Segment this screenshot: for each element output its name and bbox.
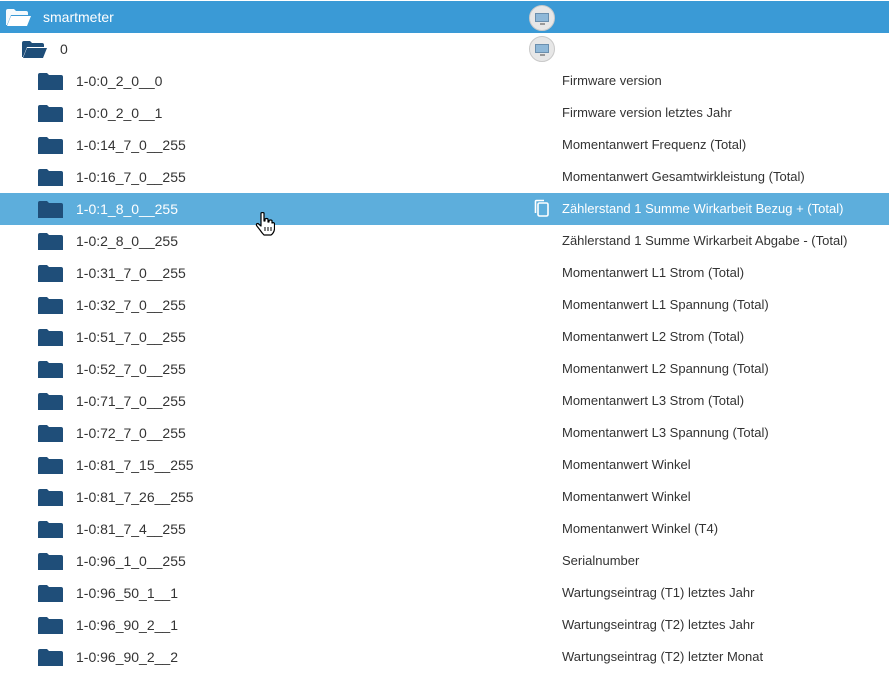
tree-row-description: Zählerstand 1 Summe Wirkarbeit Abgabe - … [562,233,848,248]
tree-row-item[interactable]: 1-0:96_1_0__255 Serialnumber [0,545,889,577]
tree-row-channel-0[interactable]: 0 [0,33,889,65]
tree-row-id: 1-0:2_8_0__255 [76,233,178,249]
folder-open-icon [22,41,47,58]
tree-row-description: Momentanwert Frequenz (Total) [562,137,747,152]
tree-row-item[interactable]: 1-0:0_2_0__1 Firmware version letztes Jah… [0,97,889,129]
tree-row-item[interactable]: 1-0:2_8_0__255 Zählerstand 1 Summe Wirkar… [0,225,889,257]
tree-row-item[interactable]: 1-0:1_8_0__255 Zählerstand 1 Summe Wirkar… [0,193,889,225]
tree-row-item[interactable]: 1-0:32_7_0__255 Momentanwert L1 Spannung … [0,289,889,321]
copy-icon[interactable] [532,199,552,219]
tree-row-item[interactable]: 1-0:31_7_0__255 Momentanwert L1 Strom (To… [0,257,889,289]
tree-row-description: Momentanwert L1 Strom (Total) [562,265,745,280]
tree-row-description: Momentanwert Winkel [562,489,691,504]
folder-icon [38,489,63,506]
folder-icon [38,265,63,282]
tree-row-id: 1-0:71_7_0__255 [76,393,186,409]
folder-icon [38,329,63,346]
tree-row-id: 1-0:96_90_2__2 [76,649,178,665]
folder-icon [38,297,63,314]
tree-row-description: Momentanwert Gesamtwirkleistung (Total) [562,169,805,184]
tree-row-item[interactable]: 1-0:71_7_0__255 Momentanwert L3 Strom (To… [0,385,889,417]
tree-row-item[interactable]: 1-0:16_7_0__255 Momentanwert Gesamtwirkle… [0,161,889,193]
object-tree: smartmeter 0 1-0:0_2_0__0 Firmware versio… [0,0,889,677]
tree-row-description: Momentanwert Winkel (T4) [562,521,719,536]
tree-row-id: 1-0:1_8_0__255 [76,201,178,217]
tree-row-id: 1-0:51_7_0__255 [76,329,186,345]
tree-row-id: 1-0:0_2_0__1 [76,105,163,121]
tree-row-description: Momentanwert L3 Spannung (Total) [562,425,769,440]
tree-row-item[interactable]: 1-0:81_7_15__255 Momentanwert Winkel [0,449,889,481]
tree-row-id: 1-0:14_7_0__255 [76,137,186,153]
tree-row-item[interactable]: 1-0:81_7_26__255 Momentanwert Winkel [0,481,889,513]
folder-icon [38,233,63,250]
folder-icon [38,137,63,154]
tree-row-description: Wartungseintrag (T2) letzter Monat [562,649,764,664]
tree-row-item[interactable]: 1-0:81_7_4__255 Momentanwert Winkel (T4) [0,513,889,545]
tree-row-id: 1-0:81_7_15__255 [76,457,194,473]
folder-icon [38,105,63,122]
folder-icon [38,425,63,442]
tree-row-item[interactable]: 1-0:96_90_2__2 Wartungseintrag (T2) letzt… [0,641,889,673]
folder-icon [38,201,63,218]
tree-row-id: 1-0:81_7_4__255 [76,521,186,537]
tree-row-item[interactable]: 1-0:52_7_0__255 Momentanwert L2 Spannung … [0,353,889,385]
tree-row-label: 0 [60,41,68,57]
tree-row-smartmeter[interactable]: smartmeter [0,1,889,33]
tree-row-item[interactable]: 1-0:51_7_0__255 Momentanwert L2 Strom (To… [0,321,889,353]
folder-icon [38,361,63,378]
tree-row-id: 1-0:96_50_1__1 [76,585,178,601]
tree-row-id: 1-0:81_7_26__255 [76,489,194,505]
tree-row-item[interactable]: 1-0:0_2_0__0 Firmware version [0,65,889,97]
folder-open-icon [6,9,31,26]
tree-row-description: Momentanwert L2 Strom (Total) [562,329,745,344]
folder-icon [38,553,63,570]
tree-row-id: 1-0:96_90_2__1 [76,617,178,633]
tree-row-id: 1-0:32_7_0__255 [76,297,186,313]
tree-row-description: Momentanwert Winkel [562,457,691,472]
folder-icon [38,457,63,474]
tree-row-description: Wartungseintrag (T2) letztes Jahr [562,617,755,632]
tree-row-description: Firmware version [562,73,662,88]
folder-icon [38,73,63,90]
tree-row-item[interactable]: 1-0:96_50_1__1 Wartungseintrag (T1) letzt… [0,577,889,609]
tree-row-item[interactable]: 1-0:14_7_0__255 Momentanwert Frequenz (To… [0,129,889,161]
tree-row-description: Momentanwert L1 Spannung (Total) [562,297,769,312]
folder-icon [38,649,63,666]
tree-row-id: 1-0:96_1_0__255 [76,553,186,569]
folder-icon [38,169,63,186]
tree-row-item[interactable]: 1-0:72_7_0__255 Momentanwert L3 Spannung … [0,417,889,449]
tree-row-id: 1-0:52_7_0__255 [76,361,186,377]
tree-row-label: smartmeter [43,9,114,25]
folder-icon [38,393,63,410]
tree-row-item[interactable]: 1-0:96_90_2__1 Wartungseintrag (T2) letzt… [0,609,889,641]
folder-icon [38,585,63,602]
tree-row-description: Momentanwert L2 Spannung (Total) [562,361,769,376]
tree-row-description: Wartungseintrag (T1) letztes Jahr [562,585,755,600]
tree-row-id: 1-0:31_7_0__255 [76,265,186,281]
tree-row-description: Momentanwert L3 Strom (Total) [562,393,745,408]
tree-row-id: 1-0:0_2_0__0 [76,73,163,89]
tree-row-description: Serialnumber [562,553,640,568]
folder-icon [38,521,63,538]
tree-row-description: Zählerstand 1 Summe Wirkarbeit Bezug + (… [562,201,844,216]
tree-row-id: 1-0:72_7_0__255 [76,425,186,441]
folder-icon [38,617,63,634]
tree-row-id: 1-0:16_7_0__255 [76,169,186,185]
smartmeter-adapter-icon [529,5,555,31]
smartmeter-adapter-icon [529,36,555,62]
tree-row-description: Firmware version letztes Jahr [562,105,732,120]
